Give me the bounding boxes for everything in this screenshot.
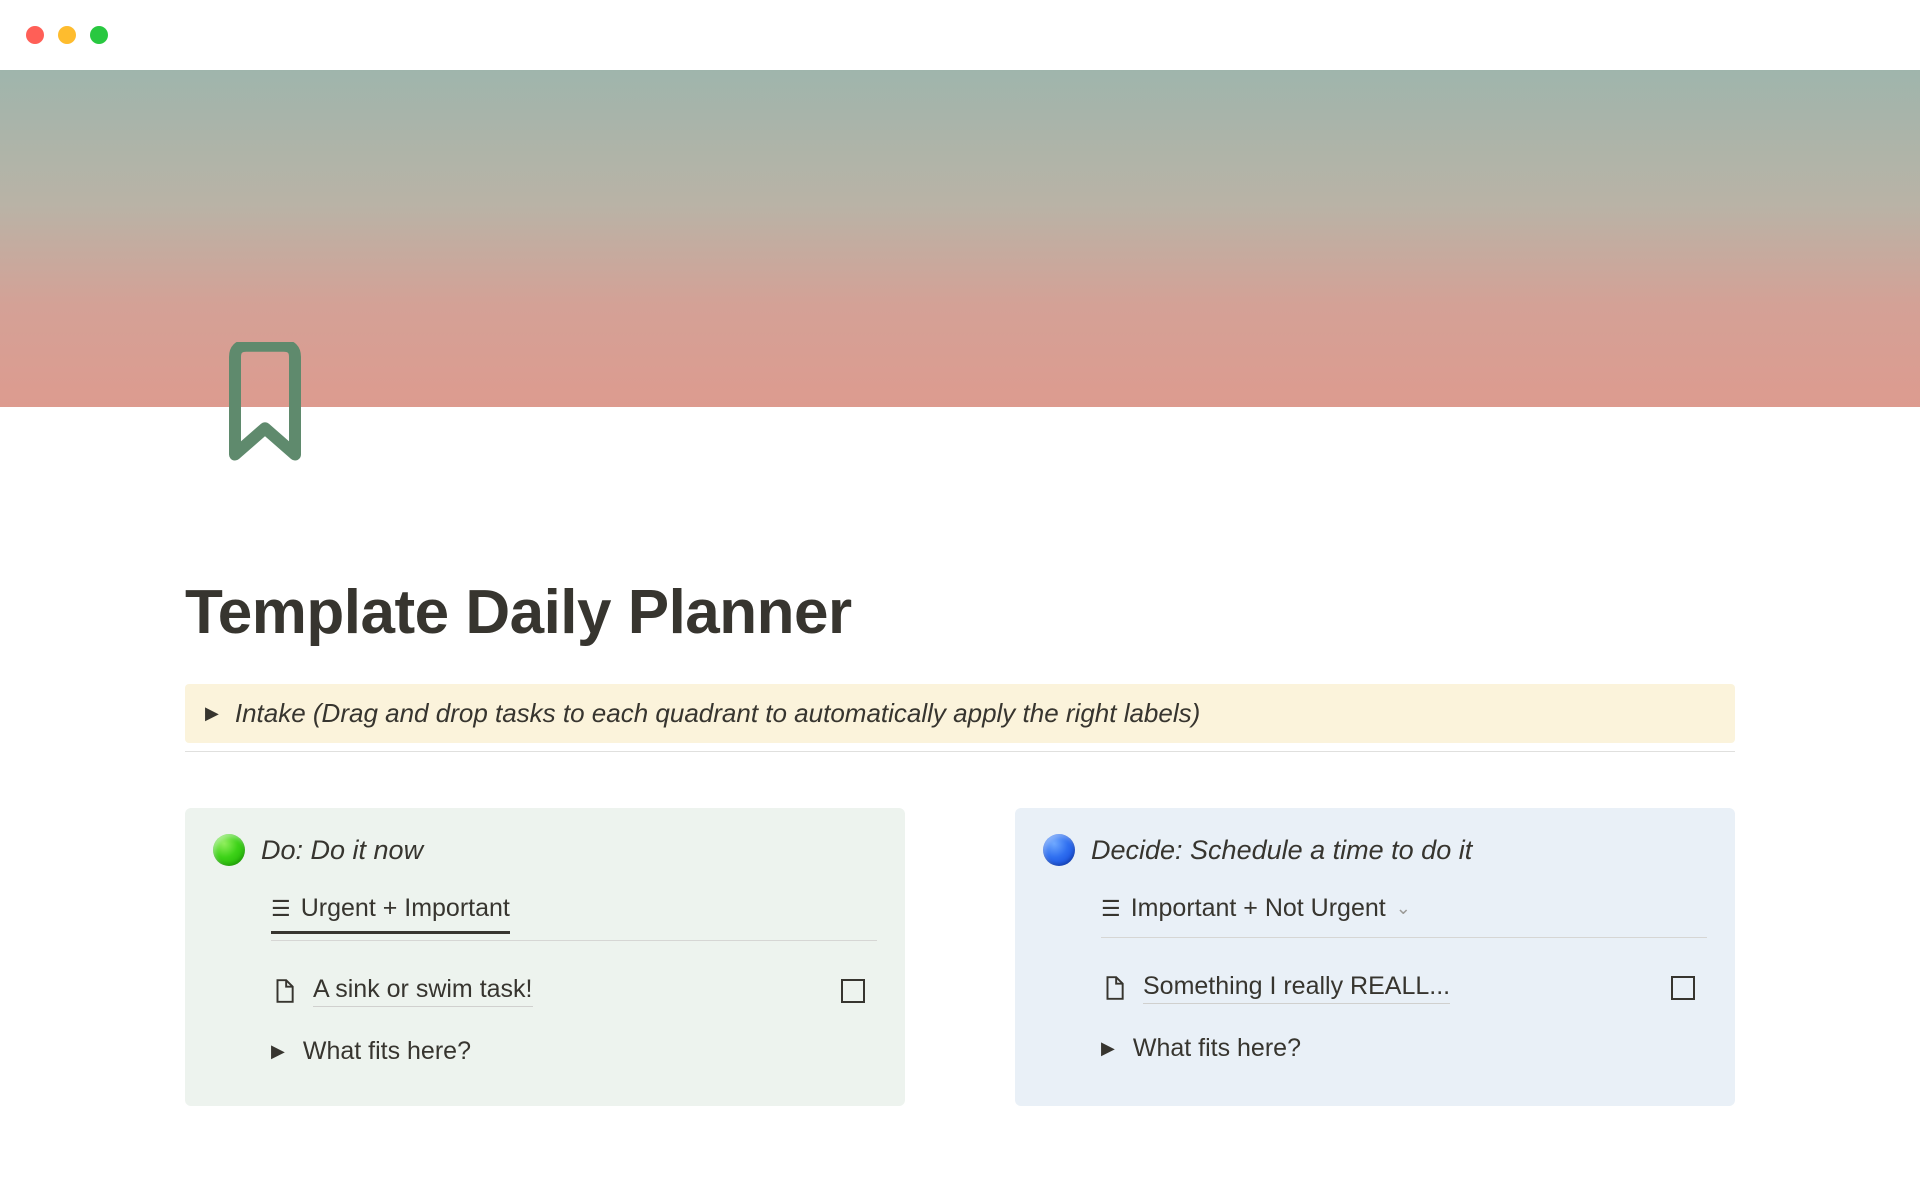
page-title[interactable]: Template Daily Planner [185,577,1735,648]
toggle-arrow-icon: ▶ [271,1041,285,1062]
content-area: Template Daily Planner ▶ Intake (Drag an… [0,407,1920,1106]
intake-toggle[interactable]: ▶ Intake (Drag and drop tasks to each qu… [185,684,1735,743]
view-name: Urgent + Important [301,894,510,923]
chevron-down-icon: ⌄ [1396,898,1411,919]
task-row[interactable]: Something I really REALL... [1043,972,1707,1004]
intake-text: Intake (Drag and drop tasks to each quad… [235,698,1200,729]
view-selector[interactable]: ☰ Urgent + Important [213,894,877,934]
quadrant-title: Decide: Schedule a time to do it [1091,835,1472,866]
blue-circle-icon [1043,834,1075,866]
quadrant-do[interactable]: Do: Do it now ☰ Urgent + Important A sin… [185,808,905,1106]
quadrant-title: Do: Do it now [261,835,423,866]
quadrant-decide[interactable]: Decide: Schedule a time to do it ☰ Impor… [1015,808,1735,1106]
list-icon: ☰ [271,896,291,922]
page-icon [271,978,297,1004]
window-chrome [0,0,1920,70]
task-text: Something I really REALL... [1143,972,1450,1004]
window-minimize-button[interactable] [58,26,76,44]
tab-divider [1101,937,1707,938]
quadrant-header: Do: Do it now [213,834,877,866]
task-text: A sink or swim task! [313,975,533,1007]
bookmark-icon[interactable] [220,342,310,462]
section-divider [185,751,1735,752]
view-selector[interactable]: ☰ Important + Not Urgent ⌄ [1043,894,1707,931]
toggle-label: What fits here? [303,1037,471,1066]
cover-image[interactable] [0,70,1920,407]
what-fits-toggle[interactable]: ▶ What fits here? [213,1037,877,1066]
list-icon: ☰ [1101,896,1121,922]
toggle-label: What fits here? [1133,1034,1301,1063]
page-icon [1101,975,1127,1001]
toggle-arrow-icon: ▶ [205,703,219,724]
tab-divider [271,940,877,941]
task-row[interactable]: A sink or swim task! [213,975,877,1007]
task-checkbox[interactable] [841,979,865,1003]
view-name: Important + Not Urgent [1131,894,1386,923]
toggle-arrow-icon: ▶ [1101,1038,1115,1059]
what-fits-toggle[interactable]: ▶ What fits here? [1043,1034,1707,1063]
green-circle-icon [213,834,245,866]
task-checkbox[interactable] [1671,976,1695,1000]
window-close-button[interactable] [26,26,44,44]
window-maximize-button[interactable] [90,26,108,44]
quadrants-container: Do: Do it now ☰ Urgent + Important A sin… [185,808,1735,1106]
quadrant-header: Decide: Schedule a time to do it [1043,834,1707,866]
